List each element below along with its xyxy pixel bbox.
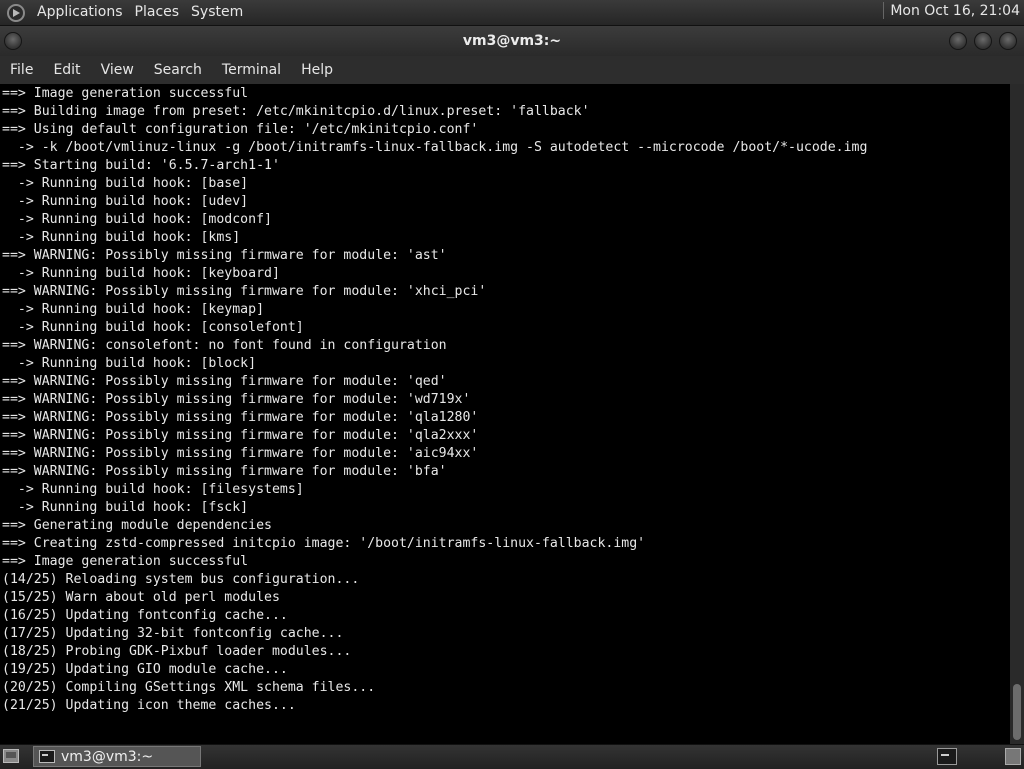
terminal-line: (14/25) Reloading system bus configurati… (2, 572, 360, 587)
terminal-line: (21/25) Updating icon theme caches... (2, 698, 296, 713)
panel-separator (883, 2, 885, 19)
terminal-line: -> Running build hook: [modconf] (2, 212, 272, 227)
terminal-line: ==> Creating zstd-compressed initcpio im… (2, 536, 646, 551)
terminal-line: -> Running build hook: [block] (2, 356, 257, 371)
taskbar-window-label: vm3@vm3:~ (61, 748, 154, 765)
terminal-line: (17/25) Updating 32-bit fontconfig cache… (2, 626, 344, 641)
terminal-line: (19/25) Updating GIO module cache... (2, 662, 288, 677)
close-button[interactable] (999, 32, 1017, 50)
maximize-button[interactable] (974, 32, 992, 50)
window-title: vm3@vm3:~ (462, 33, 562, 49)
terminal-line: -> Running build hook: [keymap] (2, 302, 265, 317)
menu-terminal[interactable]: Terminal (212, 56, 291, 84)
bottom-panel: vm3@vm3:~ (0, 744, 1024, 769)
terminal-line: ==> Starting build: '6.5.7-arch1-1' (2, 158, 280, 173)
minimize-button[interactable] (949, 32, 967, 50)
terminal-line: ==> Building image from preset: /etc/mki… (2, 104, 590, 119)
menu-view[interactable]: View (91, 56, 144, 84)
window-titlebar[interactable]: vm3@vm3:~ (0, 26, 1024, 56)
scrollbar-thumb[interactable] (1013, 684, 1021, 740)
terminal-line: ==> WARNING: Possibly missing firmware f… (2, 248, 447, 263)
terminal-line: (20/25) Compiling GSettings XML schema f… (2, 680, 376, 695)
terminal-line: (16/25) Updating fontconfig cache... (2, 608, 288, 623)
terminal-line: ==> Using default configuration file: '/… (2, 122, 479, 137)
terminal-line: ==> Image generation successful (2, 554, 249, 569)
terminal-line: -> Running build hook: [udev] (2, 194, 249, 209)
taskbar-window-button[interactable]: vm3@vm3:~ (33, 746, 201, 767)
terminal-line: -> Running build hook: [fsck] (2, 500, 249, 515)
menubar: File Edit View Search Terminal Help (0, 56, 1024, 84)
terminal-line: ==> WARNING: Possibly missing firmware f… (2, 374, 447, 389)
show-desktop-icon[interactable] (3, 749, 19, 763)
terminal-line: -> Running build hook: [keyboard] (2, 266, 280, 281)
terminal-line: -> Running build hook: [base] (2, 176, 249, 191)
clock-label: Mon Oct 16, 21:04 (890, 2, 1020, 19)
terminal-line: ==> Generating module dependencies (2, 518, 272, 533)
menu-edit[interactable]: Edit (43, 56, 90, 84)
terminal-line: (15/25) Warn about old perl modules (2, 590, 280, 605)
clock[interactable]: Mon Oct 16, 21:04 (883, 2, 1024, 23)
window-menu-button[interactable] (4, 32, 22, 50)
system-menu[interactable]: System (185, 0, 249, 25)
terminal-line: -> Running build hook: [consolefont] (2, 320, 304, 335)
terminal-line: ==> WARNING: Possibly missing firmware f… (2, 464, 447, 479)
terminal-line: ==> WARNING: Possibly missing firmware f… (2, 428, 479, 443)
workspace-switcher-icon[interactable] (1005, 748, 1021, 765)
menu-search[interactable]: Search (144, 56, 212, 84)
terminal-output[interactable]: ==> Image generation successful ==> Build… (0, 84, 1010, 744)
terminal-line: ==> Image generation successful (2, 86, 249, 101)
terminal-line: -> Running build hook: [kms] (2, 230, 241, 245)
terminal-line: ==> WARNING: Possibly missing firmware f… (2, 410, 479, 425)
terminal-line: (18/25) Probing GDK-Pixbuf loader module… (2, 644, 352, 659)
terminal-lines: ==> Image generation successful ==> Build… (2, 85, 867, 715)
scrollbar[interactable] (1010, 84, 1024, 744)
terminal-line: ==> WARNING: Possibly missing firmware f… (2, 446, 479, 461)
terminal-line: ==> WARNING: Possibly missing firmware f… (2, 284, 487, 299)
menu-file[interactable]: File (0, 56, 43, 84)
terminal-icon (39, 750, 55, 763)
terminal-line: ==> WARNING: consolefont: no font found … (2, 338, 447, 353)
menu-help[interactable]: Help (291, 56, 343, 84)
terminal-launcher-icon[interactable] (937, 748, 957, 765)
applications-menu[interactable]: Applications (31, 0, 129, 25)
gnome-menu-icon[interactable] (7, 3, 25, 22)
top-panel: Applications Places System Mon Oct 16, 2… (0, 0, 1024, 26)
places-menu[interactable]: Places (129, 0, 186, 25)
terminal-line: -> -k /boot/vmlinuz-linux -g /boot/initr… (2, 140, 868, 155)
terminal-line: -> Running build hook: [filesystems] (2, 482, 304, 497)
terminal-line: ==> WARNING: Possibly missing firmware f… (2, 392, 471, 407)
